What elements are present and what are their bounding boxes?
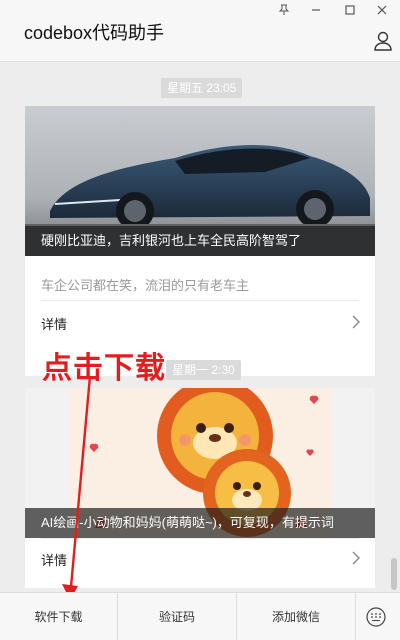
article-card[interactable]: 硬刚比亚迪，吉利银河也上车全民高阶智驾了 车企公司都在笑，流泪的只有老车主 详情 xyxy=(25,106,375,376)
article-title: 硬刚比亚迪，吉利银河也上车全民高阶智驾了 xyxy=(25,226,375,256)
user-profile-icon[interactable] xyxy=(372,30,394,52)
chevron-right-icon xyxy=(349,314,363,330)
minimize-icon[interactable] xyxy=(306,2,326,22)
menu-software-download[interactable]: 软件下载 xyxy=(0,593,118,640)
bottom-menu: 软件下载 验证码 添加微信 xyxy=(0,592,400,640)
message-feed[interactable]: 星期五 23:05 硬刚比亚迪，吉利银河也上车全民高阶智驾了 车企公司都在笑，流… xyxy=(0,62,388,592)
article-subtitle: 车企公司都在笑，流泪的只有老车主 xyxy=(41,278,250,293)
annotation-label: 点击下载 xyxy=(42,352,166,385)
chat-header: codebox代码助手 xyxy=(0,0,400,62)
menu-add-wechat[interactable]: 添加微信 xyxy=(237,593,356,640)
pin-icon[interactable] xyxy=(274,2,294,22)
app-title: codebox代码助手 xyxy=(24,23,165,43)
timestamp: 星期五 23:05 xyxy=(161,78,243,98)
article-detail-link[interactable]: 详情 xyxy=(25,302,375,342)
scrollbar-thumb[interactable] xyxy=(391,558,397,590)
divider xyxy=(41,300,359,301)
maximize-icon[interactable] xyxy=(340,2,360,22)
article-card[interactable]: AI绘画-小动物和妈妈(萌萌哒~)，可复现，有提示词 详情 xyxy=(25,388,375,588)
menu-verification-code[interactable]: 验证码 xyxy=(118,593,237,640)
detail-label: 详情 xyxy=(41,317,68,332)
detail-label: 详情 xyxy=(41,553,68,568)
timestamp: 星期一 2:30 xyxy=(166,360,241,380)
article-title: AI绘画-小动物和妈妈(萌萌哒~)，可复现，有提示词 xyxy=(25,508,375,538)
chevron-right-icon xyxy=(349,550,363,566)
article-detail-link[interactable]: 详情 xyxy=(25,538,375,578)
close-icon[interactable] xyxy=(372,2,392,22)
scrollbar-track[interactable] xyxy=(388,62,400,592)
keyboard-icon[interactable] xyxy=(356,593,400,640)
